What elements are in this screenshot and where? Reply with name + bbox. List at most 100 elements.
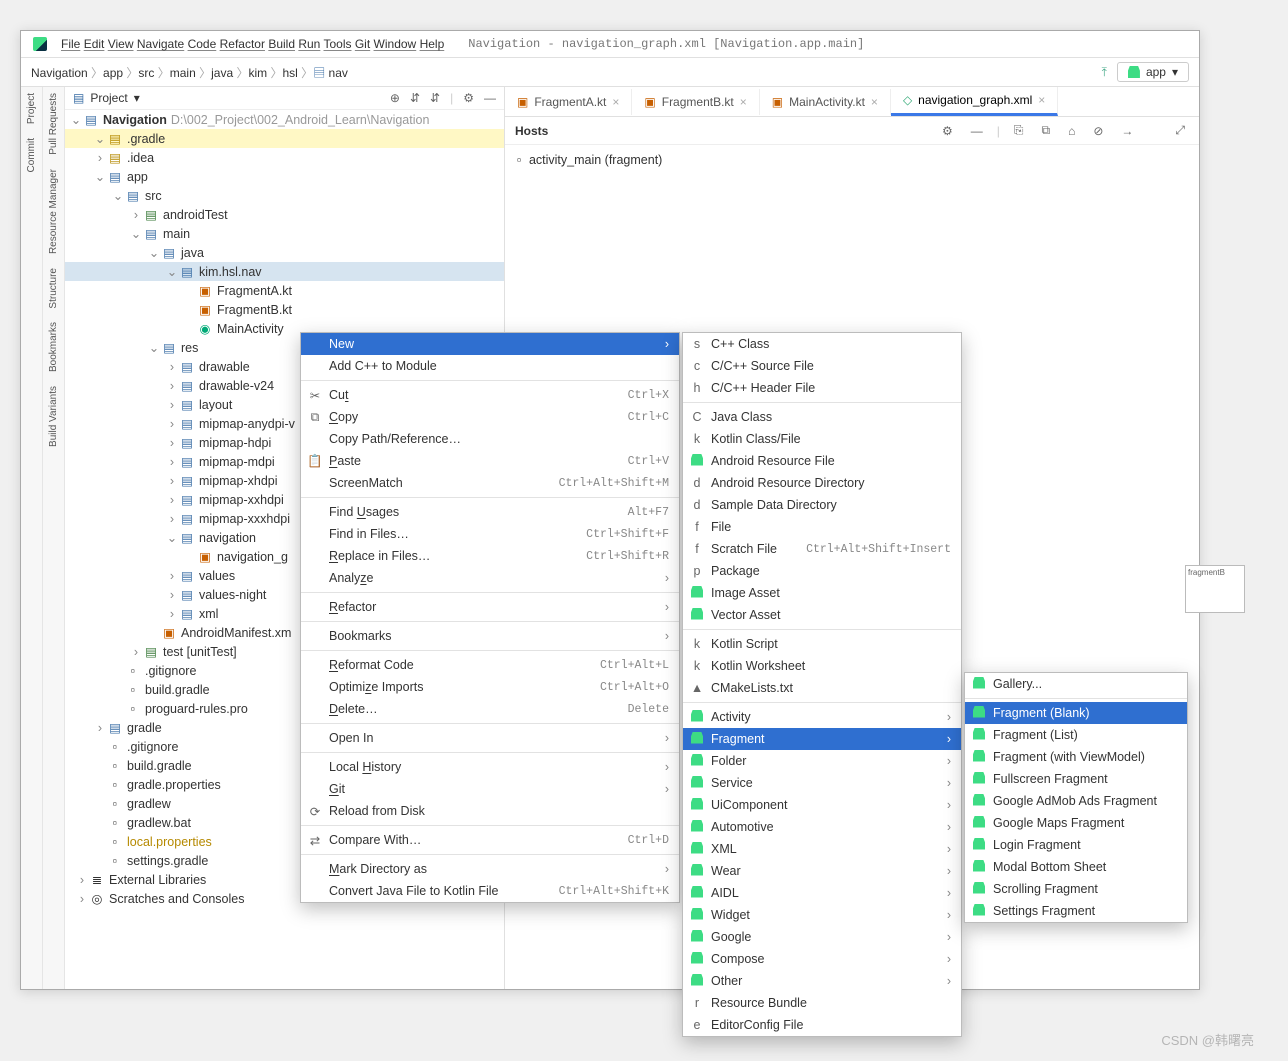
menu-item[interactable]: cC/C++ Source File bbox=[683, 355, 961, 377]
menu-build[interactable]: Build bbox=[268, 37, 295, 51]
menu-refactor[interactable]: Refactor bbox=[220, 37, 265, 51]
menu-item[interactable]: ▲CMakeLists.txt bbox=[683, 677, 961, 699]
run-config-selector[interactable]: app ▾ bbox=[1117, 62, 1189, 82]
breadcrumb-item[interactable]: main bbox=[170, 66, 196, 80]
chevron-down-icon[interactable]: ▾ bbox=[134, 91, 140, 105]
menu-item[interactable]: Widget› bbox=[683, 904, 961, 926]
menu-item[interactable]: Image Asset bbox=[683, 582, 961, 604]
menu-item[interactable]: hC/C++ Header File bbox=[683, 377, 961, 399]
menu-item[interactable]: ⇄Compare With…Ctrl+D bbox=[301, 829, 679, 851]
collapse-icon[interactable]: ⇵ bbox=[430, 91, 440, 105]
menu-item[interactable]: Vector Asset bbox=[683, 604, 961, 626]
arrow-right-icon[interactable]: → bbox=[1117, 124, 1137, 138]
menu-item[interactable]: Delete…Delete bbox=[301, 698, 679, 720]
menu-item[interactable]: AIDL› bbox=[683, 882, 961, 904]
menu-item[interactable]: Google Maps Fragment bbox=[965, 812, 1187, 834]
menu-item[interactable]: Scrolling Fragment bbox=[965, 878, 1187, 900]
project-label[interactable]: Project bbox=[90, 91, 127, 105]
menu-item[interactable]: Activity› bbox=[683, 706, 961, 728]
menu-item[interactable]: CJava Class bbox=[683, 406, 961, 428]
context-menu-main[interactable]: New›Add C++ to Module✂CutCtrl+X⧉CopyCtrl… bbox=[300, 332, 680, 903]
menu-item[interactable]: Fullscreen Fragment bbox=[965, 768, 1187, 790]
context-submenu-fragment[interactable]: Gallery...Fragment (Blank)Fragment (List… bbox=[964, 672, 1188, 923]
menu-item[interactable]: Automotive› bbox=[683, 816, 961, 838]
menu-item[interactable]: ScreenMatchCtrl+Alt+Shift+M bbox=[301, 472, 679, 494]
breadcrumb-item[interactable]: app bbox=[103, 66, 123, 80]
menu-item[interactable]: dAndroid Resource Directory bbox=[683, 472, 961, 494]
menu-edit[interactable]: Edit bbox=[84, 37, 105, 51]
menu-item[interactable]: Open In› bbox=[301, 727, 679, 749]
toolwin-tab-structure[interactable]: Structure bbox=[48, 268, 59, 309]
menu-item[interactable]: Fragment (with ViewModel) bbox=[965, 746, 1187, 768]
context-submenu-new[interactable]: sC++ ClasscC/C++ Source FilehC/C++ Heade… bbox=[682, 332, 962, 1037]
menu-item[interactable]: fScratch FileCtrl+Alt+Shift+Insert bbox=[683, 538, 961, 560]
menu-item[interactable]: Local History› bbox=[301, 756, 679, 778]
menu-item[interactable]: Convert Java File to Kotlin FileCtrl+Alt… bbox=[301, 880, 679, 902]
editor-tab[interactable]: ▣FragmentB.kt× bbox=[632, 89, 759, 115]
home-icon[interactable]: ⌂ bbox=[1064, 124, 1079, 138]
editor-host-line[interactable]: activity_main (fragment) bbox=[529, 153, 662, 167]
menu-item[interactable]: Git› bbox=[301, 778, 679, 800]
breadcrumb-item[interactable]: src bbox=[138, 66, 154, 80]
toolwin-tab-pull-requests[interactable]: Pull Requests bbox=[48, 93, 59, 155]
menu-item[interactable]: Google AdMob Ads Fragment bbox=[965, 790, 1187, 812]
menu-item[interactable]: Google› bbox=[683, 926, 961, 948]
breadcrumb-item[interactable]: kim bbox=[248, 66, 267, 80]
tree-node[interactable]: ⌄▤.gradle bbox=[65, 129, 504, 148]
editor-tab[interactable]: ▣MainActivity.kt× bbox=[760, 89, 891, 115]
link-icon[interactable]: ⊘ bbox=[1089, 124, 1107, 138]
menu-item[interactable]: Login Fragment bbox=[965, 834, 1187, 856]
menu-item[interactable]: 📋PasteCtrl+V bbox=[301, 450, 679, 472]
tree-node[interactable]: ⌄▤kim.hsl.nav bbox=[65, 262, 504, 281]
menu-item[interactable]: Replace in Files…Ctrl+Shift+R bbox=[301, 545, 679, 567]
menu-item[interactable]: UiComponent› bbox=[683, 794, 961, 816]
menu-item[interactable]: Gallery... bbox=[965, 673, 1187, 695]
minimize-icon[interactable]: — bbox=[967, 124, 987, 138]
toolwin-tab-bookmarks[interactable]: Bookmarks bbox=[48, 322, 59, 372]
tree-node[interactable]: ⌄▤main bbox=[65, 224, 504, 243]
menu-item[interactable]: sC++ Class bbox=[683, 333, 961, 355]
menu-item[interactable]: Find in Files…Ctrl+Shift+F bbox=[301, 523, 679, 545]
menu-file[interactable]: File bbox=[61, 37, 80, 51]
menu-item[interactable]: kKotlin Worksheet bbox=[683, 655, 961, 677]
breadcrumb-item[interactable]: hsl bbox=[283, 66, 298, 80]
menu-item[interactable]: New› bbox=[301, 333, 679, 355]
menu-item[interactable]: kKotlin Class/File bbox=[683, 428, 961, 450]
menu-item[interactable]: Find UsagesAlt+F7 bbox=[301, 501, 679, 523]
editor-tab[interactable]: ▣FragmentA.kt× bbox=[505, 89, 632, 115]
menu-item[interactable]: Bookmarks› bbox=[301, 625, 679, 647]
menu-item[interactable]: Wear› bbox=[683, 860, 961, 882]
menu-item[interactable]: Optimize ImportsCtrl+Alt+O bbox=[301, 676, 679, 698]
menu-item[interactable]: XML› bbox=[683, 838, 961, 860]
locate-icon[interactable]: ⊕ bbox=[390, 91, 400, 105]
auto-arrange-icon[interactable]: ⤢ bbox=[1171, 123, 1189, 138]
toolwin-tab-project[interactable]: Project bbox=[26, 93, 37, 124]
gear-icon[interactable]: ⚙ bbox=[938, 124, 957, 138]
close-tab-icon[interactable]: × bbox=[871, 95, 878, 109]
menu-item[interactable]: dSample Data Directory bbox=[683, 494, 961, 516]
menu-item[interactable]: Analyze› bbox=[301, 567, 679, 589]
tree-node[interactable]: ⌄▤java bbox=[65, 243, 504, 262]
menu-window[interactable]: Window bbox=[374, 37, 417, 51]
menu-view[interactable]: View bbox=[108, 37, 134, 51]
tree-node[interactable]: ⌄▤src bbox=[65, 186, 504, 205]
close-tab-icon[interactable]: × bbox=[612, 95, 619, 109]
toolwin-tab-resource-manager[interactable]: Resource Manager bbox=[48, 169, 59, 254]
menu-item[interactable]: eEditorConfig File bbox=[683, 1014, 961, 1036]
menu-item[interactable]: Copy Path/Reference… bbox=[301, 428, 679, 450]
menu-item[interactable]: Android Resource File bbox=[683, 450, 961, 472]
menu-item[interactable]: ⟳Reload from Disk bbox=[301, 800, 679, 822]
tree-node[interactable]: ⌄▤app bbox=[65, 167, 504, 186]
menu-item[interactable]: rResource Bundle bbox=[683, 992, 961, 1014]
breadcrumb-item[interactable]: java bbox=[211, 66, 233, 80]
expand-icon[interactable]: ⇵ bbox=[410, 91, 420, 105]
menu-item[interactable]: Fragment (List) bbox=[965, 724, 1187, 746]
menu-item[interactable]: kKotlin Script bbox=[683, 633, 961, 655]
menu-item[interactable]: Settings Fragment bbox=[965, 900, 1187, 922]
tree-node[interactable]: ›▤androidTest bbox=[65, 205, 504, 224]
hide-icon[interactable]: — bbox=[484, 91, 496, 105]
menu-item[interactable]: Add C++ to Module bbox=[301, 355, 679, 377]
close-tab-icon[interactable]: × bbox=[1038, 93, 1045, 107]
editor-tab[interactable]: ◇navigation_graph.xml× bbox=[891, 87, 1058, 116]
menu-item[interactable]: Folder› bbox=[683, 750, 961, 772]
